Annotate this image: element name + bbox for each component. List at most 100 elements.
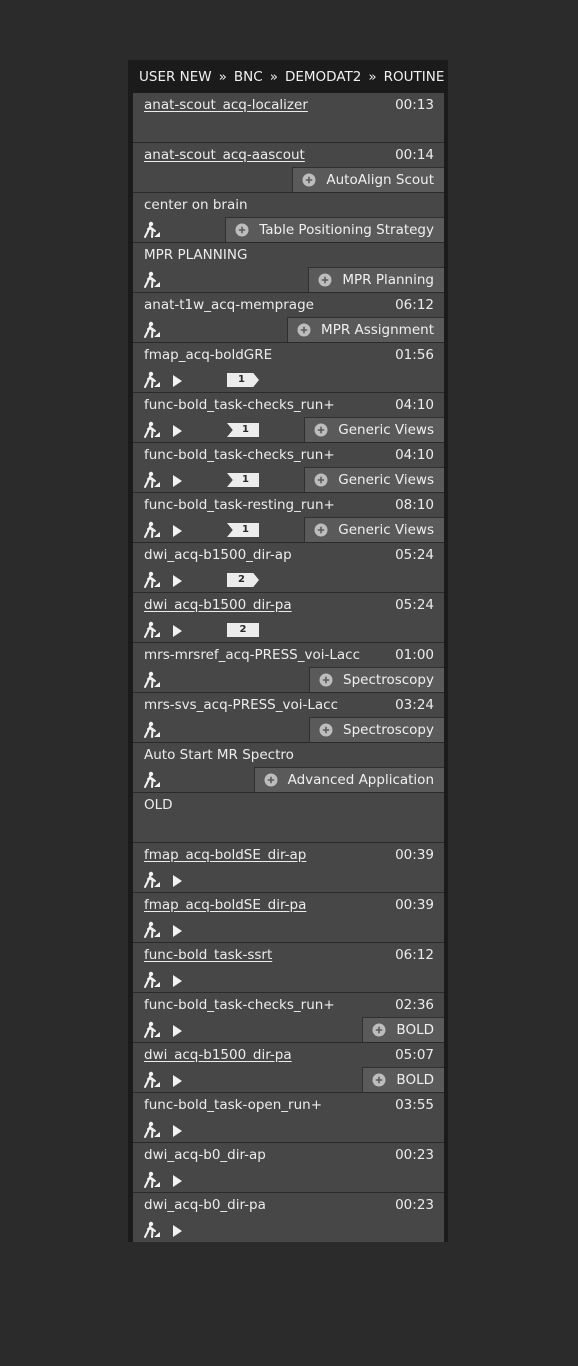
play-icon[interactable] [171, 873, 183, 887]
play-icon[interactable] [171, 623, 183, 637]
protocol-row[interactable]: Auto Start MR Spectro Advanced Applicatio… [133, 743, 444, 793]
play-icon[interactable] [171, 1223, 183, 1237]
protocol-name[interactable]: anat-scout_acq-localizer [144, 97, 308, 113]
protocol-row[interactable]: center on brain Table Positioning Strateg… [133, 193, 444, 243]
manual-worker-icon[interactable] [143, 721, 161, 739]
protocol-row[interactable]: func-bold_task-checks_run+ 02:36 BOLD [133, 993, 444, 1043]
protocol-duration: 03:55 [395, 1097, 434, 1113]
plus-circle-icon [372, 1073, 386, 1087]
protocol-name: func-bold_task-checks_run+ [144, 447, 335, 463]
protocol-duration: 03:24 [395, 697, 434, 713]
play-icon[interactable] [171, 473, 183, 487]
strategy-label: MPR Planning [342, 272, 434, 288]
strategy-badge[interactable]: BOLD [362, 1017, 444, 1042]
protocol-duration: 00:14 [395, 147, 434, 163]
manual-worker-icon[interactable] [143, 1021, 161, 1039]
play-icon[interactable] [171, 923, 183, 937]
manual-worker-icon[interactable] [143, 1171, 161, 1189]
manual-worker-icon[interactable] [143, 371, 161, 389]
manual-worker-icon[interactable] [143, 621, 161, 639]
protocol-name[interactable]: func-bold_task-ssrt [144, 947, 272, 963]
protocol-row[interactable]: func-bold_task-open_run+ 03:55 [133, 1093, 444, 1143]
manual-worker-icon[interactable] [143, 671, 161, 689]
strategy-label: Advanced Application [287, 772, 434, 788]
manual-worker-icon[interactable] [143, 421, 161, 439]
manual-worker-icon[interactable] [143, 971, 161, 989]
step-tag: 2 [227, 623, 259, 637]
protocol-row[interactable]: MPR PLANNING MPR Planning [133, 243, 444, 293]
play-icon[interactable] [171, 1073, 183, 1087]
manual-worker-icon[interactable] [143, 221, 161, 239]
manual-worker-icon[interactable] [143, 321, 161, 339]
protocol-name[interactable]: anat-scout_acq-aascout [144, 147, 305, 163]
strategy-badge[interactable]: AutoAlign Scout [292, 167, 444, 192]
strategy-label: AutoAlign Scout [326, 172, 434, 188]
play-icon[interactable] [171, 523, 183, 537]
strategy-badge[interactable]: Generic Views [304, 517, 444, 542]
manual-worker-icon[interactable] [143, 921, 161, 939]
play-icon[interactable] [171, 1123, 183, 1137]
protocol-row[interactable]: anat-scout_acq-localizer 00:13 [133, 93, 444, 143]
breadcrumb-item-user[interactable]: USER NEW [139, 69, 212, 85]
play-icon[interactable] [171, 1173, 183, 1187]
breadcrumb-item-bnc[interactable]: BNC [234, 69, 263, 85]
play-icon[interactable] [171, 423, 183, 437]
breadcrumb-separator: » [218, 68, 227, 85]
protocol-row[interactable]: dwi_acq-b0_dir-ap 00:23 [133, 1143, 444, 1193]
manual-worker-icon[interactable] [143, 1071, 161, 1089]
protocol-name[interactable]: dwi_acq-b1500_dir-pa [144, 597, 292, 613]
manual-worker-icon[interactable] [143, 1121, 161, 1139]
strategy-badge[interactable]: BOLD [362, 1067, 444, 1092]
protocol-row[interactable]: anat-t1w_acq-memprage 06:12 MPR Assignment [133, 293, 444, 343]
play-icon[interactable] [171, 373, 183, 387]
protocol-row[interactable]: dwi_acq-b1500_dir-ap 05:24 2 [133, 543, 444, 593]
manual-worker-icon[interactable] [143, 521, 161, 539]
protocol-row[interactable]: fmap_acq-boldSE_dir-ap 00:39 [133, 843, 444, 893]
plus-circle-icon [264, 773, 278, 787]
protocol-name[interactable]: fmap_acq-boldSE_dir-pa [144, 897, 306, 913]
protocol-row[interactable]: func-bold_task-resting_run+ 08:10 1 Generic… [133, 493, 444, 543]
step-tag: 1 [227, 373, 259, 387]
protocol-row[interactable]: func-bold_task-checks_run+ 04:10 1 Generic … [133, 393, 444, 443]
protocol-name[interactable]: dwi_acq-b1500_dir-pa [144, 1047, 292, 1063]
play-icon[interactable] [171, 973, 183, 987]
step-tag: 1 [227, 523, 259, 537]
strategy-badge[interactable]: Spectroscopy [309, 667, 444, 692]
breadcrumb-item-routine[interactable]: ROUTINE [384, 69, 445, 85]
manual-worker-icon[interactable] [143, 871, 161, 889]
protocol-row[interactable]: dwi_acq-b1500_dir-pa 05:24 2 [133, 593, 444, 643]
protocol-row[interactable]: anat-scout_acq-aascout 00:14 AutoAlign Sco… [133, 143, 444, 193]
protocol-row[interactable]: mrs-svs_acq-PRESS_voi-Lacc 03:24 Spectrosc… [133, 693, 444, 743]
play-icon[interactable] [171, 1023, 183, 1037]
protocol-name: OLD [144, 797, 173, 813]
manual-worker-icon[interactable] [143, 571, 161, 589]
manual-worker-icon[interactable] [143, 771, 161, 789]
strategy-badge[interactable]: Advanced Application [253, 767, 444, 792]
strategy-badge[interactable]: MPR Assignment [287, 317, 444, 342]
manual-worker-icon[interactable] [143, 271, 161, 289]
protocol-row[interactable]: func-bold_task-ssrt 06:12 [133, 943, 444, 993]
protocol-row[interactable]: OLD [133, 793, 444, 843]
strategy-badge[interactable]: MPR Planning [308, 267, 444, 292]
strategy-badge[interactable]: Generic Views [304, 467, 444, 492]
protocol-row[interactable]: fmap_acq-boldSE_dir-pa 00:39 [133, 893, 444, 943]
protocol-row[interactable]: func-bold_task-checks_run+ 04:10 1 Generic … [133, 443, 444, 493]
protocol-row[interactable]: mrs-mrsref_acq-PRESS_voi-Lacc 01:00 Spectr… [133, 643, 444, 693]
strategy-badge[interactable]: Spectroscopy [309, 717, 444, 742]
protocol-duration: 01:00 [395, 647, 434, 663]
manual-worker-icon[interactable] [143, 1221, 161, 1239]
step-tag: 2 [227, 573, 259, 587]
plus-circle-icon [235, 223, 249, 237]
protocol-row[interactable]: fmap_acq-boldGRE 01:56 1 [133, 343, 444, 393]
play-icon[interactable] [171, 573, 183, 587]
strategy-badge[interactable]: Generic Views [304, 417, 444, 442]
manual-worker-icon[interactable] [143, 471, 161, 489]
protocol-duration: 08:10 [395, 497, 434, 513]
protocol-name[interactable]: fmap_acq-boldSE_dir-ap [144, 847, 306, 863]
breadcrumb-item-demodat2[interactable]: DEMODAT2 [285, 69, 361, 85]
protocol-duration: 04:10 [395, 447, 434, 463]
protocol-name: mrs-svs_acq-PRESS_voi-Lacc [144, 697, 338, 713]
protocol-row[interactable]: dwi_acq-b1500_dir-pa 05:07 BOLD [133, 1043, 444, 1093]
protocol-row[interactable]: dwi_acq-b0_dir-pa 00:23 [133, 1193, 444, 1243]
strategy-badge[interactable]: Table Positioning Strategy [225, 217, 444, 242]
